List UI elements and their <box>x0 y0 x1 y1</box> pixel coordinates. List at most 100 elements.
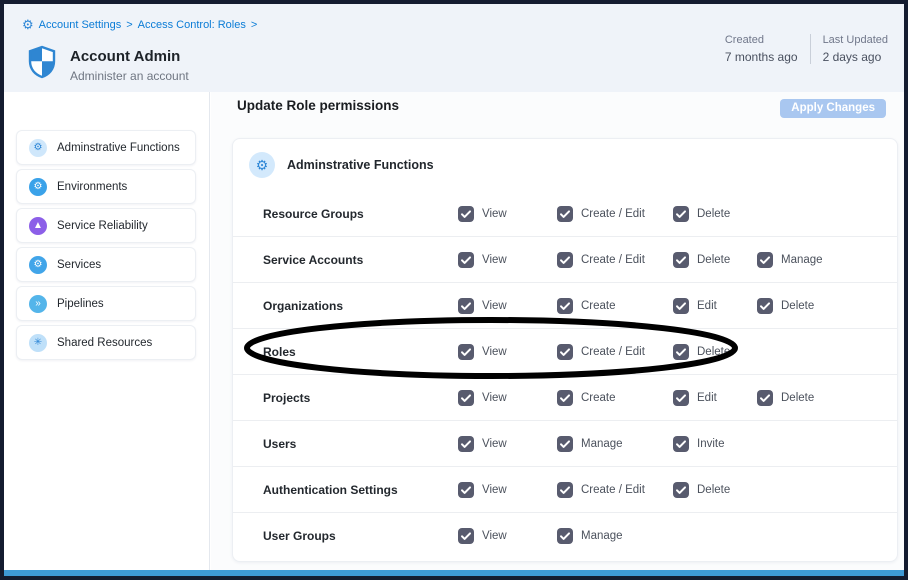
permission-cell: Delete <box>673 344 757 360</box>
sidebar-item-services[interactable]: ⚙Services <box>16 247 196 282</box>
permission-checkbox[interactable] <box>673 390 689 406</box>
permission-label: Create <box>581 300 616 312</box>
permission-checkbox[interactable] <box>557 206 573 222</box>
permission-checkbox[interactable] <box>557 482 573 498</box>
permissions-rows: Resource GroupsViewCreate / EditDeleteSe… <box>233 191 897 559</box>
permission-checkbox[interactable] <box>557 344 573 360</box>
permission-label: View <box>482 392 507 404</box>
permission-row-service-accounts: Service Accounts View Create / Edit Delete M… <box>233 237 897 283</box>
permission-checkbox[interactable] <box>458 206 474 222</box>
sidebar-item-label: Shared Resources <box>57 337 152 349</box>
permissions-card: ⚙ Adminstrative Functions Resource Group… <box>232 138 898 562</box>
sidebar-item-adminstrative-functions[interactable]: ⚙Adminstrative Functions <box>16 130 196 165</box>
sidebar-item-shared-resources[interactable]: ✳Shared Resources <box>16 325 196 360</box>
permission-cell: View <box>458 436 557 452</box>
resource-name: Service Accounts <box>263 253 458 267</box>
permission-cell: Create / Edit <box>557 252 673 268</box>
permission-checkbox[interactable] <box>673 252 689 268</box>
sidebar-item-label: Service Reliability <box>57 220 148 232</box>
page: ⚙ Account Settings > Access Control: Rol… <box>4 4 904 576</box>
section-title: Adminstrative Functions <box>287 158 434 172</box>
last-updated-value: 2 days ago <box>823 50 888 64</box>
sidebar-item-service-reliability[interactable]: ▲ Service Reliability <box>16 208 196 243</box>
created-meta: Created 7 months ago <box>725 34 798 64</box>
permission-label: Create <box>581 392 616 404</box>
resource-name: Organizations <box>263 299 458 313</box>
permission-checkbox[interactable] <box>557 528 573 544</box>
permission-cell: Delete <box>673 206 757 222</box>
administrative-functions-gear-icon: ⚙ <box>249 152 275 178</box>
created-value: 7 months ago <box>725 50 798 64</box>
last-updated-meta: Last Updated 2 days ago <box>823 34 888 64</box>
permission-cell: View <box>458 206 557 222</box>
permission-checkbox[interactable] <box>458 436 474 452</box>
permission-cell: Invite <box>673 436 757 452</box>
permission-checkbox[interactable] <box>458 298 474 314</box>
role-shield-icon <box>24 44 60 80</box>
permission-checkbox[interactable] <box>557 252 573 268</box>
permission-row-resource-groups: Resource GroupsViewCreate / EditDelete <box>233 191 897 237</box>
permission-checkbox[interactable] <box>458 252 474 268</box>
permission-cell: Edit <box>673 298 757 314</box>
permission-checkbox[interactable] <box>673 206 689 222</box>
triangle-icon: ▲ <box>29 217 47 235</box>
resource-name: Users <box>263 437 458 451</box>
breadcrumb-separator: > <box>126 19 132 31</box>
permission-cell: View <box>458 252 557 268</box>
permission-label: Delete <box>697 254 730 266</box>
permission-checkbox[interactable] <box>757 390 773 406</box>
permission-label: View <box>482 254 507 266</box>
permission-cell: View <box>458 344 557 360</box>
page-subtitle: Administer an account <box>70 69 189 83</box>
permission-checkbox[interactable] <box>557 390 573 406</box>
permission-cell: Manage <box>557 528 673 544</box>
sidebar-item-pipelines[interactable]: »Pipelines <box>16 286 196 321</box>
meta-divider <box>810 34 811 64</box>
permission-checkbox[interactable] <box>458 390 474 406</box>
main-content: Update Role permissions Apply Changes ⚙ … <box>211 92 904 576</box>
permission-cell: Delete <box>757 390 897 406</box>
permission-checkbox[interactable] <box>458 344 474 360</box>
apply-changes-button[interactable]: Apply Changes <box>780 99 886 118</box>
permission-label: Create / Edit <box>581 346 645 358</box>
resource-name: User Groups <box>263 529 458 543</box>
permission-cell: Delete <box>757 298 897 314</box>
permission-checkbox[interactable] <box>458 482 474 498</box>
permission-label: Delete <box>697 484 730 496</box>
permission-checkbox[interactable] <box>757 298 773 314</box>
permission-cell: Create <box>557 390 673 406</box>
permission-checkbox[interactable] <box>673 344 689 360</box>
sidebar-item-label: Services <box>57 259 101 271</box>
permission-label: Delete <box>697 208 730 220</box>
flow-icon: » <box>29 295 47 313</box>
permission-label: View <box>482 484 507 496</box>
permission-checkbox[interactable] <box>458 528 474 544</box>
last-updated-label: Last Updated <box>823 34 888 46</box>
permission-cell: Edit <box>673 390 757 406</box>
permission-checkbox[interactable] <box>673 482 689 498</box>
sidebar-item-environments[interactable]: ⚙Environments <box>16 169 196 204</box>
permission-checkbox[interactable] <box>557 436 573 452</box>
permission-cell: View <box>458 390 557 406</box>
resource-category-sidebar: ⚙Adminstrative Functions ⚙Environments ▲ Se… <box>4 92 210 576</box>
permission-checkbox[interactable] <box>557 298 573 314</box>
permission-label: View <box>482 438 507 450</box>
breadcrumb-separator: > <box>251 19 257 31</box>
breadcrumb-access-control-roles[interactable]: Access Control: Roles <box>138 19 246 31</box>
permission-checkbox[interactable] <box>673 298 689 314</box>
resource-name: Authentication Settings <box>263 483 458 497</box>
app-window: ⚙ Account Settings > Access Control: Rol… <box>0 0 908 580</box>
permission-checkbox[interactable] <box>757 252 773 268</box>
permission-label: Delete <box>697 346 730 358</box>
breadcrumb-account-settings[interactable]: Account Settings <box>39 19 122 31</box>
permission-label: View <box>482 208 507 220</box>
permission-cell: Manage <box>757 252 897 268</box>
permission-cell: View <box>458 298 557 314</box>
permission-label: Create / Edit <box>581 208 645 220</box>
permission-label: Delete <box>781 392 814 404</box>
permission-cell: Create <box>557 298 673 314</box>
gear-icon: ⚙ <box>29 178 47 196</box>
permission-checkbox[interactable] <box>673 436 689 452</box>
permission-cell: Delete <box>673 482 757 498</box>
permission-cell: View <box>458 482 557 498</box>
